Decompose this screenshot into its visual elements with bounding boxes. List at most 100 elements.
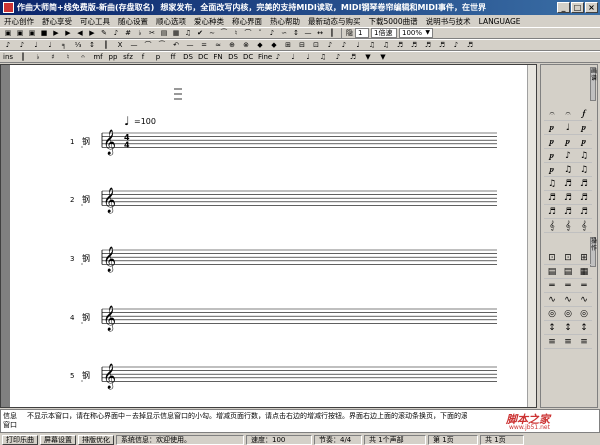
toolbar-symbol-tool-button[interactable]: ▼: [378, 52, 388, 62]
toolbar-main-tool-button[interactable]: ∼: [207, 28, 217, 38]
layout-optimize-button[interactable]: 排版优化: [78, 434, 114, 445]
menu-item-settings[interactable]: 随心设置: [118, 16, 148, 27]
toolbar-note-tool-button[interactable]: X: [115, 40, 125, 50]
palette-symbol[interactable]: ◎: [544, 307, 560, 321]
palette-symbol[interactable]: ♬: [576, 191, 592, 205]
toolbar-main-tool-button[interactable]: ◀: [75, 28, 85, 38]
toolbar-symbol-tool-button[interactable]: mf: [93, 52, 103, 62]
menu-item-manual[interactable]: 说明书与技术: [426, 16, 471, 27]
toolbar-symbol-tool-button[interactable]: ║: [18, 52, 28, 62]
toolbar-symbol-tool-button[interactable]: f: [138, 52, 148, 62]
palette-symbol[interactable]: 𝆏: [576, 121, 592, 135]
toolbar-symbol-tool-button[interactable]: ♪: [333, 52, 343, 62]
palette-symbol[interactable]: 𝆏: [544, 163, 560, 177]
toolbar-main-tool-button[interactable]: ▣: [27, 28, 37, 38]
palette-symbol[interactable]: 𝄐: [544, 107, 560, 121]
toolbar-note-tool-button[interactable]: ♬: [409, 40, 419, 50]
score-area[interactable]: ♩ =100 𝄞 1 钢 4 4 𝄞 2 钢 𝄞 3 钢 𝄞 4 钢 𝄞 5 钢: [0, 64, 537, 408]
toolbar-main-tool-button[interactable]: ▣: [3, 28, 13, 38]
toolbar-note-tool-button[interactable]: ♪: [3, 40, 13, 50]
toolbar-note-tool-button[interactable]: ♩: [31, 40, 41, 50]
toolbar-main-tool-button[interactable]: ♫: [183, 28, 193, 38]
toolbar-note-tool-button[interactable]: ◆: [255, 40, 265, 50]
palette-symbol[interactable]: ∿: [544, 293, 560, 307]
toolbar-note-tool-button[interactable]: ⅓: [73, 40, 83, 50]
menu-item-create[interactable]: 开心创作: [4, 16, 34, 27]
toolbar-note-tool-button[interactable]: ♩: [353, 40, 363, 50]
toolbar-note-tool-button[interactable]: ╕: [59, 40, 69, 50]
toolbar-note-tool-button[interactable]: ♩: [45, 40, 55, 50]
toolbar-note-tool-button[interactable]: —: [129, 40, 139, 50]
toolbar-note-tool-button[interactable]: ♬: [423, 40, 433, 50]
toolbar-symbol-tool-button[interactable]: 𝄐: [78, 52, 88, 62]
menu-item-tools[interactable]: 可心工具: [80, 16, 110, 27]
toolbar-symbol-tool-button[interactable]: pp: [108, 52, 118, 62]
palette-symbol[interactable]: 𝄞: [544, 219, 560, 233]
palette-symbol[interactable]: ≡: [544, 335, 560, 349]
palette-symbol[interactable]: 𝆏: [560, 135, 576, 149]
toolbar-main-tool-button[interactable]: ♭: [135, 28, 145, 38]
vertical-scrollbar[interactable]: [527, 65, 536, 407]
toolbar-main-tool-button[interactable]: ↔: [315, 28, 325, 38]
toolbar-note-tool-button[interactable]: ↕: [87, 40, 97, 50]
palette-symbol[interactable]: 𝄐: [560, 107, 576, 121]
spin-input[interactable]: 1: [355, 28, 369, 38]
palette-symbol[interactable]: ═: [576, 279, 592, 293]
palette-symbol[interactable]: ♬: [544, 191, 560, 205]
palette-symbol[interactable]: ♫: [576, 149, 592, 163]
toolbar-main-tool-button[interactable]: ▦: [171, 28, 181, 38]
palette-symbol[interactable]: ↕: [576, 321, 592, 335]
toolbar-note-tool-button[interactable]: ♬: [465, 40, 475, 50]
palette-symbol[interactable]: ♬: [576, 205, 592, 219]
palette-tab-top[interactable]: 画谱: [590, 67, 597, 101]
toolbar-symbol-tool-button[interactable]: FN: [213, 52, 223, 62]
toolbar-note-tool-button[interactable]: ♪: [339, 40, 349, 50]
toolbar-main-tool-button[interactable]: ↕: [291, 28, 301, 38]
toolbar-note-tool-button[interactable]: ⊗: [241, 40, 251, 50]
toolbar-symbol-tool-button[interactable]: ♫: [318, 52, 328, 62]
toolbar-note-tool-button[interactable]: ≈: [213, 40, 223, 50]
toolbar-symbol-tool-button[interactable]: ♩: [288, 52, 298, 62]
menu-item-options[interactable]: 顺心选项: [156, 16, 186, 27]
toolbar-symbol-tool-button[interactable]: ▼: [363, 52, 373, 62]
toolbar-symbol-tool-button[interactable]: DC: [198, 52, 208, 62]
toolbar-symbol-tool-button[interactable]: ♪: [273, 52, 283, 62]
toolbar-symbol-tool-button[interactable]: ♮: [63, 52, 73, 62]
toolbar-note-tool-button[interactable]: ⊞: [283, 40, 293, 50]
toolbar-main-tool-button[interactable]: ▣: [15, 28, 25, 38]
toolbar-main-tool-button[interactable]: ✂: [147, 28, 157, 38]
palette-symbol[interactable]: ↕: [544, 321, 560, 335]
toolbar-main-tool-button[interactable]: ▶: [87, 28, 97, 38]
toolbar-main-tool-button[interactable]: ♪: [111, 28, 121, 38]
minimize-button[interactable]: _: [557, 2, 570, 13]
palette-symbol[interactable]: ≡: [576, 335, 592, 349]
toolbar-symbol-tool-button[interactable]: ff: [168, 52, 178, 62]
toolbar-note-tool-button[interactable]: ↶: [171, 40, 181, 50]
toolbar-note-tool-button[interactable]: ♫: [381, 40, 391, 50]
toolbar-main-tool-button[interactable]: ✎: [99, 28, 109, 38]
toolbar-symbol-tool-button[interactable]: ♬: [348, 52, 358, 62]
toolbar-main-tool-button[interactable]: ┃: [327, 28, 337, 38]
palette-symbol[interactable]: ♬: [560, 205, 576, 219]
toolbar-symbol-tool-button[interactable]: ins: [3, 52, 13, 62]
toolbar-main-tool-button[interactable]: ∽: [279, 28, 289, 38]
score-paper[interactable]: ♩ =100 𝄞 1 钢 4 4 𝄞 2 钢 𝄞 3 钢 𝄞 4 钢 𝄞 5 钢: [10, 65, 528, 407]
menu-item-news[interactable]: 最新动态与购买: [308, 16, 361, 27]
palette-symbol[interactable]: ═: [560, 279, 576, 293]
menu-item-enjoy[interactable]: 舒心享受: [42, 16, 72, 27]
toolbar-main-tool-button[interactable]: ■: [39, 28, 49, 38]
palette-symbol[interactable]: ⊡: [544, 251, 560, 265]
toolbar-note-tool-button[interactable]: ♬: [437, 40, 447, 50]
palette-symbol[interactable]: ♬: [576, 177, 592, 191]
palette-symbol[interactable]: ♩: [560, 121, 576, 135]
toolbar-symbol-tool-button[interactable]: ♩: [303, 52, 313, 62]
toolbar-main-tool-button[interactable]: ▶: [63, 28, 73, 38]
toolbar-main-tool-button[interactable]: ˘: [255, 28, 265, 38]
toolbar-symbol-tool-button[interactable]: DC: [243, 52, 253, 62]
menu-item-help[interactable]: 热心帮助: [270, 16, 300, 27]
palette-symbol[interactable]: ♫: [544, 177, 560, 191]
menu-item-download[interactable]: 下载5000曲谱: [369, 16, 418, 27]
menu-item-interface[interactable]: 称心界面: [232, 16, 262, 27]
palette-symbol[interactable]: ◎: [560, 307, 576, 321]
palette-symbol[interactable]: ♬: [560, 177, 576, 191]
